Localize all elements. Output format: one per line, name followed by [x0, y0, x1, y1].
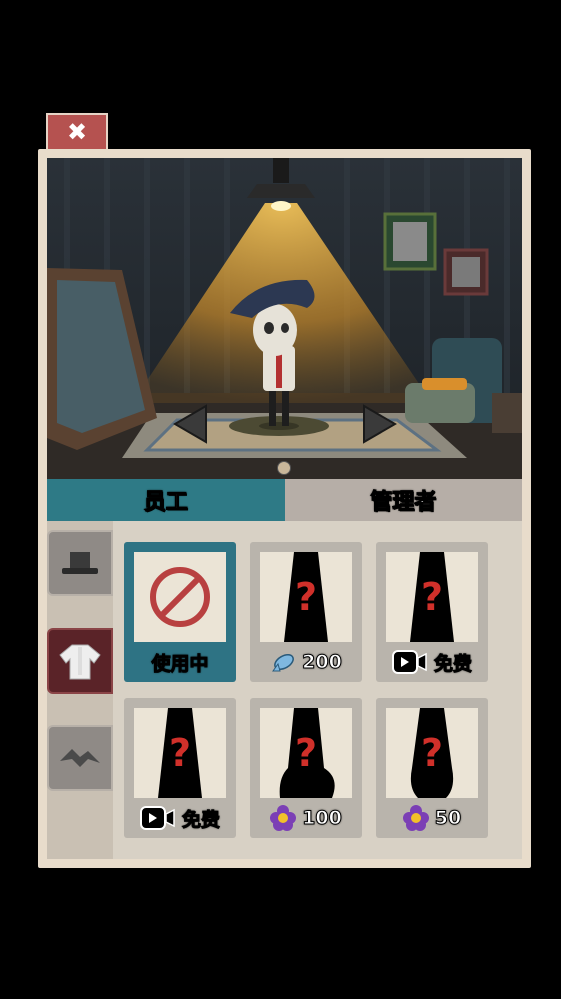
- locked-item-preview: ?: [260, 552, 352, 642]
- svg-text:?: ?: [295, 575, 317, 619]
- video-ad-icon: [391, 649, 428, 675]
- none-icon: [150, 567, 210, 627]
- flower-icon: [402, 805, 429, 831]
- close-button[interactable]: ✖: [46, 113, 108, 149]
- locked-item-preview: ?: [260, 708, 352, 798]
- flower-icon: [270, 805, 297, 831]
- item-price: 免费: [376, 648, 488, 676]
- item-card[interactable]: ? 免费: [376, 542, 488, 682]
- arrow-left-icon: [173, 404, 207, 444]
- svg-text:?: ?: [169, 731, 191, 775]
- next-character-button[interactable]: [362, 404, 398, 444]
- crossed-tools-icon: ✖: [66, 118, 88, 146]
- hat-icon: [62, 552, 98, 574]
- locked-item-preview: ?: [134, 708, 226, 798]
- svg-text:?: ?: [295, 731, 317, 775]
- page-indicator-dot: [277, 461, 291, 475]
- mystery-item-icon: ?: [279, 708, 335, 798]
- category-sidebar: [47, 521, 113, 859]
- item-card[interactable]: ? 免费: [124, 698, 236, 838]
- item-card[interactable]: ? 200: [250, 542, 362, 682]
- item-price: 免费: [124, 804, 236, 832]
- category-tab-shirt[interactable]: [47, 628, 113, 694]
- mystery-item-icon: ?: [410, 708, 454, 798]
- item-price-value: 200: [302, 651, 343, 674]
- role-tabs: 员工 管理者: [47, 479, 522, 521]
- item-price-value: 免费: [433, 652, 472, 675]
- arrow-right-icon: [363, 404, 397, 444]
- wardrobe-panel: 员工 管理者 使用中 ? 200 ? 免费 ? 免费 ? 100 ? 50: [38, 149, 531, 868]
- shoes-icon: [60, 749, 100, 767]
- video-ad-icon: [139, 805, 176, 831]
- svg-text:?: ?: [421, 731, 443, 775]
- category-tab-hat[interactable]: [47, 530, 113, 596]
- locked-item-preview: ?: [386, 708, 478, 798]
- item-price: 50: [376, 804, 488, 832]
- item-status-label: 使用中: [151, 652, 209, 675]
- mystery-item-icon: ?: [410, 552, 454, 642]
- item-price-value: 100: [302, 807, 343, 830]
- tab-employee[interactable]: 员工: [47, 479, 285, 521]
- item-price-value: 50: [434, 807, 462, 830]
- tab-manager[interactable]: 管理者: [284, 479, 522, 521]
- item-card[interactable]: ? 100: [250, 698, 362, 838]
- mystery-item-icon: ?: [158, 708, 202, 798]
- shirt-icon: [59, 644, 101, 680]
- category-tab-shoes[interactable]: [47, 725, 113, 791]
- svg-text:?: ?: [421, 575, 443, 619]
- item-card[interactable]: 使用中: [124, 542, 236, 682]
- character-preview: [47, 158, 522, 479]
- item-card[interactable]: ? 50: [376, 698, 488, 838]
- item-price-value: 免费: [181, 808, 220, 831]
- item-price: 100: [250, 804, 362, 832]
- mystery-item-icon: ?: [284, 552, 328, 642]
- item-preview: [134, 552, 226, 642]
- room-illustration: [47, 158, 522, 479]
- fish-icon: [270, 651, 296, 673]
- item-price: 200: [250, 648, 362, 676]
- locked-item-preview: ?: [386, 552, 478, 642]
- item-grid-area: 使用中 ? 200 ? 免费 ? 免费 ? 100 ? 50: [47, 521, 522, 859]
- previous-character-button[interactable]: [172, 404, 208, 444]
